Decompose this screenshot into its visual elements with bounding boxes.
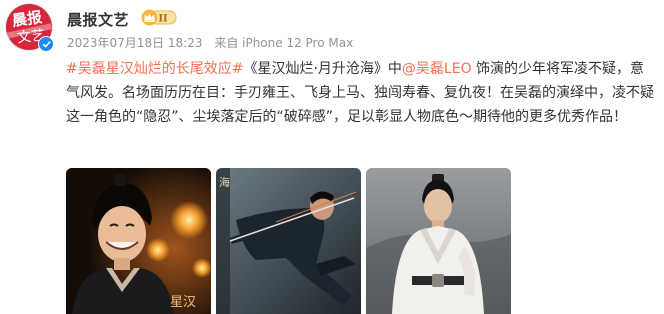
action-photo-icon: 海: [216, 168, 361, 314]
post-timestamp[interactable]: 2023年07月18日 18:23: [67, 36, 202, 50]
image-2-watermark: 海: [219, 175, 230, 189]
mention-link[interactable]: @吴磊LEO: [402, 61, 472, 77]
vip-crown-icon[interactable]: II: [141, 9, 177, 26]
portrait-photo-icon: 星汉: [66, 168, 211, 314]
post-image-3[interactable]: [366, 168, 511, 314]
author-name[interactable]: 晨报文艺: [67, 9, 129, 30]
vip-level-label: II: [158, 14, 168, 25]
hashtag-link[interactable]: #吴磊星汉灿烂的长尾效应#: [66, 61, 243, 77]
post-body: #吴磊星汉灿烂的长尾效应#《星汉灿烂·月升沧海》中@吴磊LEO 饰演的少年将军凌…: [66, 57, 658, 129]
image-1-watermark: 星汉: [170, 295, 196, 310]
post-image-2[interactable]: 海: [216, 168, 361, 314]
weibo-post: 晨报 文艺 晨报文艺 II 2023年07月18日 18:23 来自 iPhon…: [0, 0, 664, 314]
standing-photo-icon: [366, 168, 511, 314]
verified-icon: [38, 36, 54, 52]
body-text-part-1: 《星汉灿烂·月升沧海》中: [243, 61, 402, 77]
post-meta: 2023年07月18日 18:23 来自 iPhone 12 Pro Max: [67, 34, 361, 51]
post-source: 来自 iPhone 12 Pro Max: [214, 36, 354, 50]
post-image-1[interactable]: 星汉: [66, 168, 211, 314]
